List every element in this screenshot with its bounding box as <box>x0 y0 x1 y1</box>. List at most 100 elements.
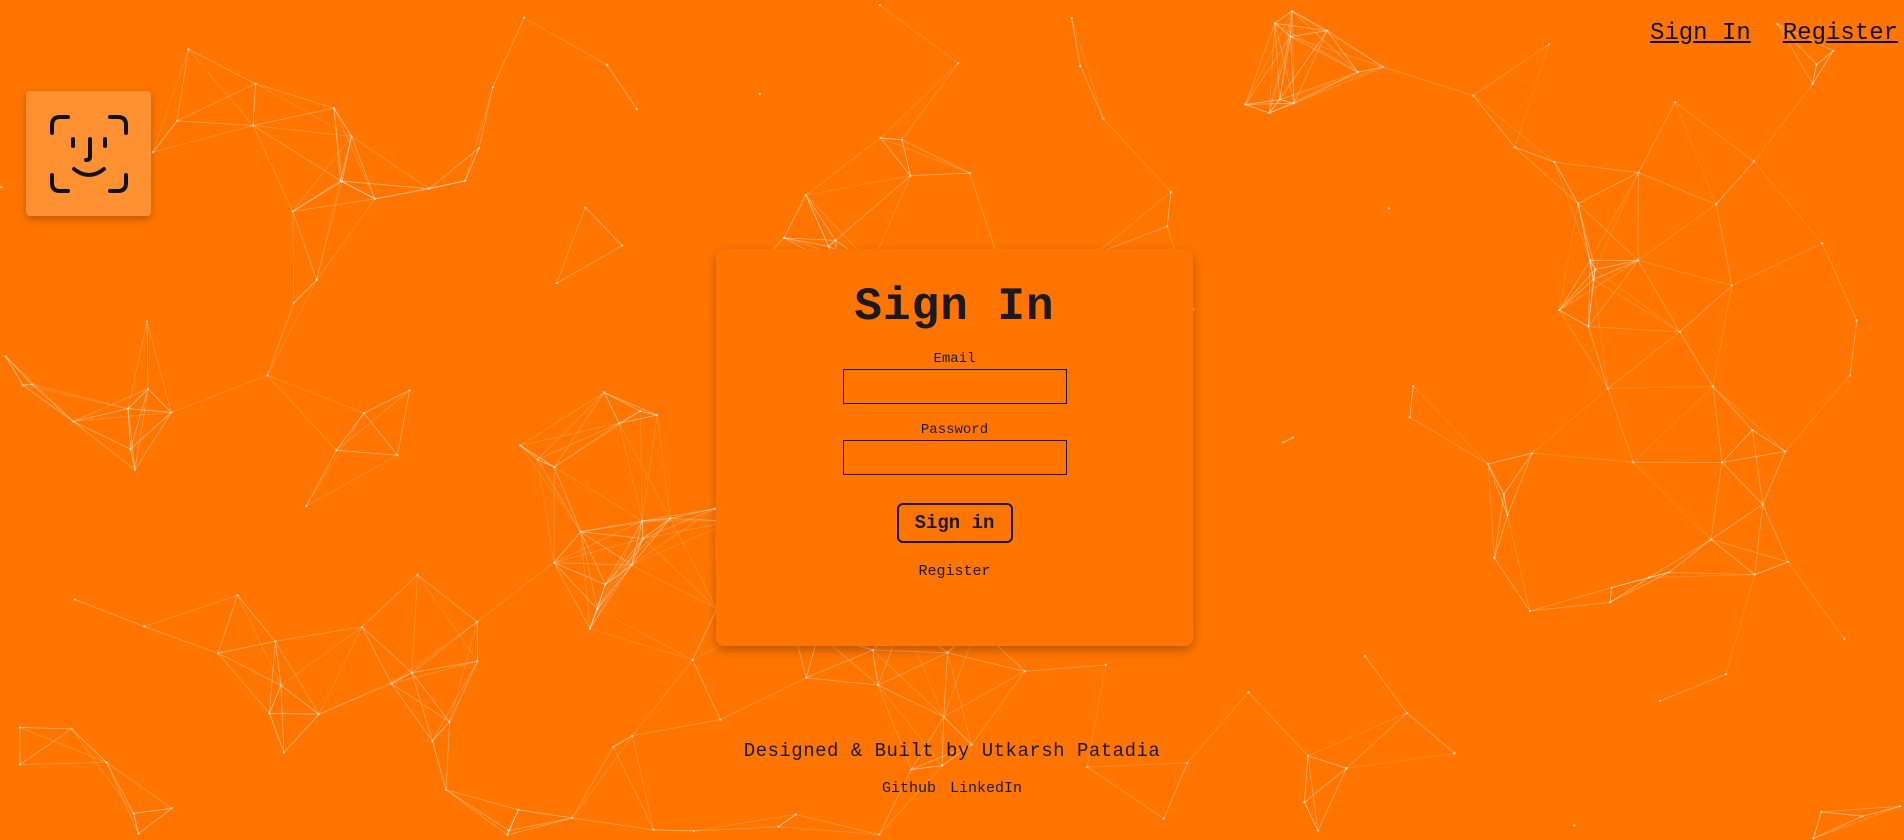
network-line <box>1531 388 1609 454</box>
network-line <box>336 412 365 451</box>
network-line <box>1668 539 1712 573</box>
network-node <box>1812 837 1815 840</box>
network-node <box>1667 571 1671 574</box>
network-line <box>318 626 363 715</box>
network-line <box>1577 203 1596 270</box>
network-node <box>448 720 451 724</box>
network-line <box>1607 388 1634 463</box>
network-node <box>396 454 399 457</box>
network-line <box>176 49 189 121</box>
network-line <box>1821 811 1863 817</box>
network-line <box>604 392 658 416</box>
network-line <box>641 414 658 521</box>
network-line <box>411 660 478 674</box>
network-line <box>556 207 586 284</box>
network-line <box>1472 43 1550 96</box>
network-node <box>143 625 146 628</box>
network-node <box>1289 35 1292 38</box>
network-node <box>1278 98 1281 101</box>
network-line <box>1532 452 1634 463</box>
network-line <box>947 652 972 745</box>
network-line <box>1753 161 1823 244</box>
network-line <box>507 817 573 836</box>
network-line <box>351 136 376 200</box>
app-logo[interactable] <box>26 91 151 216</box>
network-node <box>1589 259 1592 262</box>
network-node <box>506 833 509 837</box>
network-line <box>1607 386 1713 389</box>
network-node <box>1678 330 1681 334</box>
network-line <box>217 652 282 686</box>
network-node <box>588 627 592 630</box>
network-line <box>1279 66 1384 100</box>
network-node <box>692 829 696 833</box>
network-line <box>391 683 433 742</box>
network-line <box>1291 10 1384 68</box>
network-line <box>464 86 494 181</box>
network-line <box>1291 10 1359 73</box>
network-node <box>1784 450 1787 453</box>
network-line <box>589 628 693 661</box>
network-node <box>279 684 283 687</box>
network-node <box>1820 810 1823 814</box>
signin-card: Sign In Email Password Sign in Register <box>716 249 1193 646</box>
network-line <box>631 508 716 566</box>
linkedin-link[interactable]: LinkedIn <box>950 780 1022 797</box>
network-node <box>968 171 971 175</box>
network-node <box>1530 452 1534 455</box>
network-line <box>73 408 129 422</box>
network-node <box>132 812 135 815</box>
signin-button[interactable]: Sign in <box>896 503 1013 543</box>
network-node <box>1244 103 1247 106</box>
network-line <box>554 392 605 468</box>
network-node <box>1486 462 1490 466</box>
network-node <box>390 682 393 685</box>
network-line <box>1472 95 1516 148</box>
network-node <box>315 278 318 282</box>
network-line <box>1409 416 1489 465</box>
page-title: Sign In <box>854 281 1055 333</box>
network-line <box>537 459 555 563</box>
network-line <box>1753 83 1813 162</box>
footer-links: Github LinkedIn <box>0 780 1904 797</box>
network-line <box>1649 574 1755 578</box>
network-node <box>350 135 353 138</box>
network-node <box>274 640 277 643</box>
network-line <box>1413 385 1489 465</box>
network-node <box>1821 242 1824 245</box>
network-line <box>1487 463 1505 495</box>
network-node <box>605 63 609 67</box>
network-line <box>397 390 410 456</box>
network-line <box>1577 172 1639 204</box>
github-link[interactable]: Github <box>882 780 936 797</box>
network-node <box>719 718 722 721</box>
nav-signin-link[interactable]: Sign In <box>1650 20 1751 47</box>
network-line <box>1554 161 1639 174</box>
network-node <box>1573 824 1576 827</box>
network-node <box>942 715 945 719</box>
email-field[interactable] <box>842 369 1067 404</box>
password-field[interactable] <box>842 440 1067 475</box>
network-line <box>1649 539 1712 578</box>
register-link[interactable]: Register <box>716 563 1193 580</box>
network-line <box>269 712 319 715</box>
network-node <box>133 468 137 471</box>
nav-register-link[interactable]: Register <box>1783 20 1898 47</box>
network-node <box>145 320 149 323</box>
network-line <box>417 574 478 662</box>
network-node <box>292 301 295 305</box>
network-line <box>1290 36 1359 73</box>
network-node <box>1709 538 1713 541</box>
network-node <box>1316 829 1320 832</box>
network-node <box>1553 160 1556 164</box>
network-node <box>268 712 271 715</box>
network-line <box>1715 161 1755 205</box>
network-node <box>170 807 173 810</box>
network-node <box>332 107 336 110</box>
network-line <box>1638 172 1717 205</box>
network-node <box>476 660 479 663</box>
network-node <box>1592 278 1595 281</box>
network-line <box>1609 577 1650 603</box>
network-line <box>969 172 998 255</box>
network-line <box>1326 30 1384 68</box>
